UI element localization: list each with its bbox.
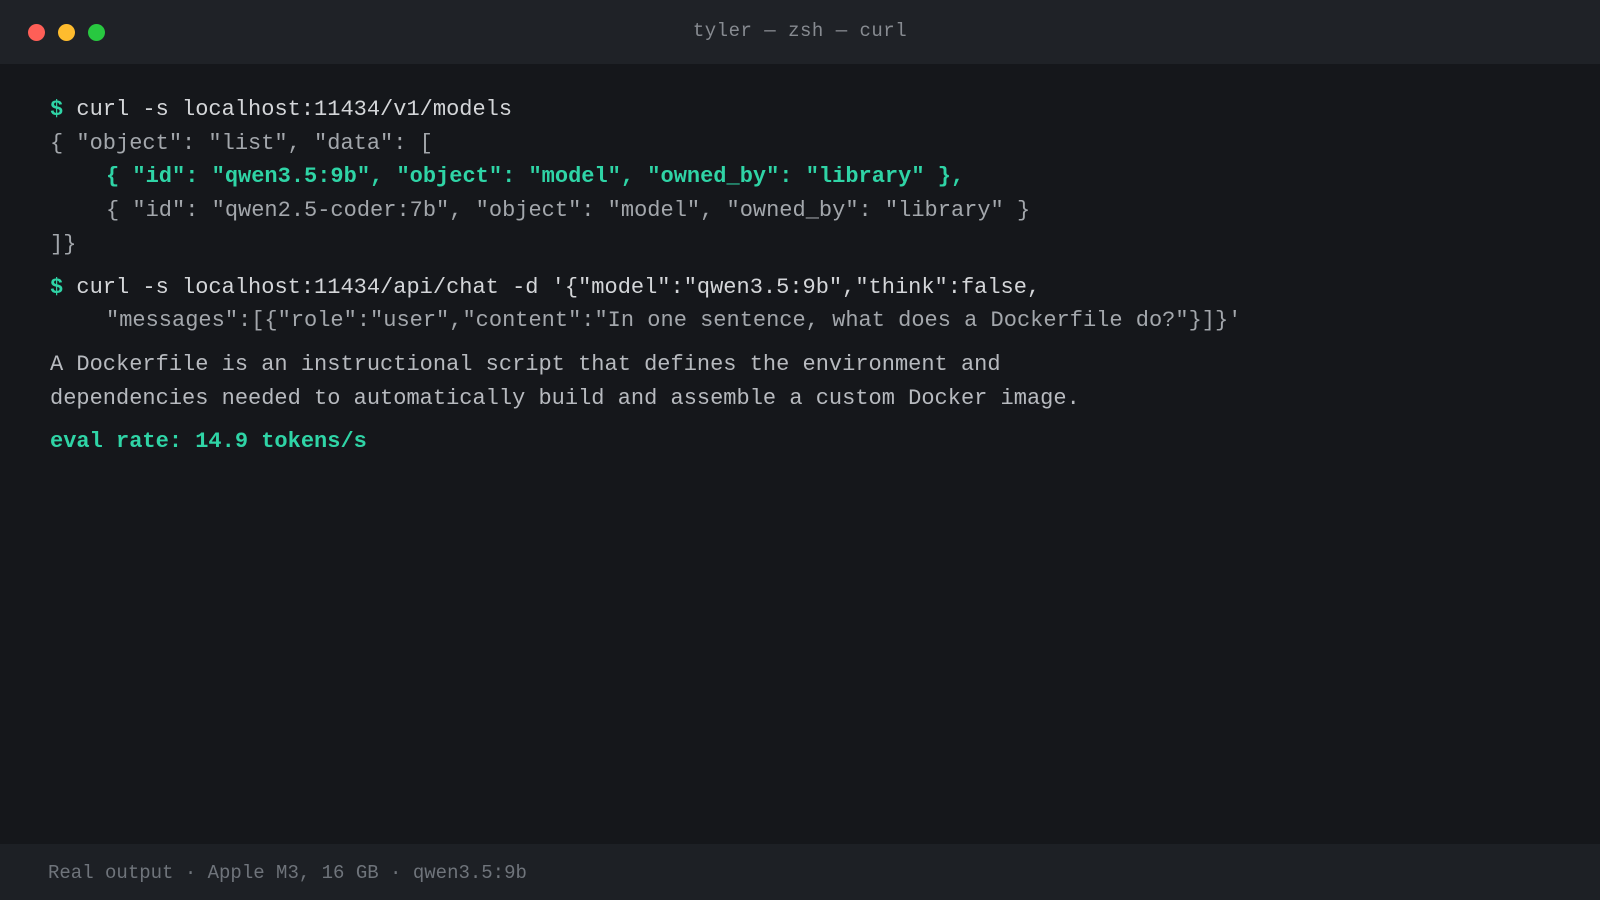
terminal-window: tyler — zsh — curl $ curl -s localhost:1… — [0, 0, 1600, 900]
output-line-highlighted: { "id": "qwen3.5:9b", "object": "model",… — [106, 164, 965, 189]
output-line: { "object": "list", "data": [ — [50, 131, 433, 156]
window-title: tyler — zsh — curl — [692, 20, 908, 42]
prompt-symbol: $ — [50, 97, 64, 122]
command-continuation: "messages":[{"role":"user","content":"In… — [106, 308, 1242, 333]
command-text: curl -s localhost:11434/api/chat -d '{"m… — [76, 275, 1041, 300]
output-line: { "id": "qwen2.5-coder:7b", "object": "m… — [106, 198, 1031, 223]
eval-rate: eval rate: 14.9 tokens/s — [50, 429, 367, 454]
title-bar[interactable]: tyler — zsh — curl — [0, 0, 1600, 64]
footer-caption: Real output · Apple M3, 16 GB · qwen3.5:… — [48, 862, 527, 884]
command-line-2: $ curl -s localhost:11434/api/chat -d '{… — [50, 275, 1040, 300]
terminal-content[interactable]: $ curl -s localhost:11434/v1/models { "o… — [2, 64, 1598, 844]
response-text: dependencies needed to automatically bui… — [50, 386, 1080, 411]
response-text: A Dockerfile is an instructional script … — [50, 352, 1001, 377]
prompt-symbol: $ — [50, 275, 64, 300]
command-line-1: $ curl -s localhost:11434/v1/models — [50, 97, 512, 122]
command-text: curl -s localhost:11434/v1/models — [76, 97, 513, 122]
output-line: ]} — [50, 232, 77, 257]
footer-bar: Real output · Apple M3, 16 GB · qwen3.5:… — [0, 844, 1600, 900]
